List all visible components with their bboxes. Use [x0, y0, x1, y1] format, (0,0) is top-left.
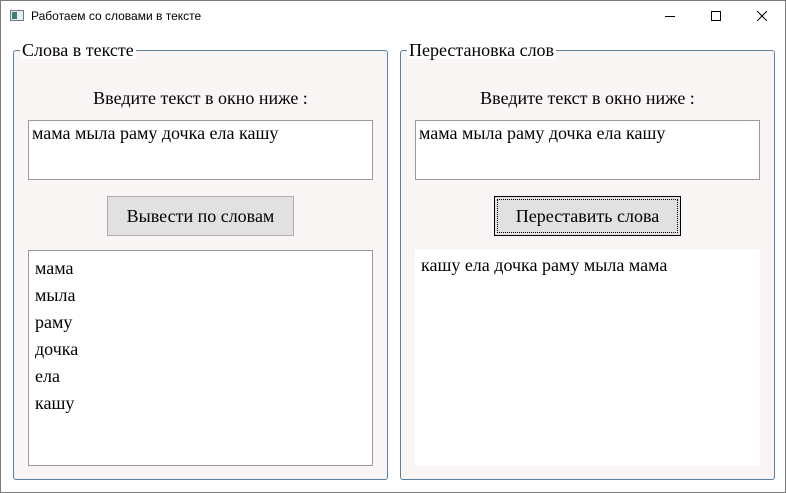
text-input[interactable]: мама мыла раму дочка ела кашу: [28, 120, 373, 180]
maximize-icon: [711, 11, 721, 21]
list-item[interactable]: ела: [35, 363, 366, 390]
button-label: Вывести по словам: [126, 205, 275, 226]
maximize-button[interactable]: [693, 1, 739, 31]
words-in-text-group: Слова в тексте Введите текст в окно ниже…: [13, 41, 388, 480]
input-prompt-label: Введите текст в окно ниже :: [93, 88, 308, 108]
word-permutation-group: Перестановка слов Введите текст в окно н…: [400, 41, 775, 480]
close-button[interactable]: [739, 1, 785, 31]
title-bar[interactable]: Работаем со словами в тексте: [1, 1, 785, 31]
split-words-button[interactable]: Вывести по словам: [107, 196, 294, 236]
minimize-icon: [665, 16, 675, 17]
app-window: Работаем со словами в тексте Слова в тек…: [0, 0, 786, 493]
close-icon: [757, 11, 767, 21]
input-prompt-label: Введите текст в окно ниже :: [480, 88, 695, 108]
text-input[interactable]: мама мыла раму дочка ела кашу: [415, 120, 760, 180]
list-item[interactable]: мама: [35, 255, 366, 282]
list-item[interactable]: раму: [35, 309, 366, 336]
list-item[interactable]: дочка: [35, 336, 366, 363]
window-title: Работаем со словами в тексте: [31, 9, 202, 23]
focus-ring: [497, 199, 678, 233]
reversed-output[interactable]: кашу ела дочка раму мыла мама: [415, 250, 760, 466]
app-window-icon: [10, 10, 24, 21]
group-title: Перестановка слов: [407, 40, 557, 60]
words-list[interactable]: мама мыла раму дочка ела кашу: [28, 250, 373, 466]
minimize-button[interactable]: [647, 1, 693, 31]
list-item[interactable]: кашу: [35, 390, 366, 417]
group-title: Слова в тексте: [20, 40, 136, 60]
client-area: Слова в тексте Введите текст в окно ниже…: [1, 31, 785, 492]
reverse-words-button[interactable]: Переставить слова: [494, 196, 681, 236]
list-item[interactable]: мыла: [35, 282, 366, 309]
